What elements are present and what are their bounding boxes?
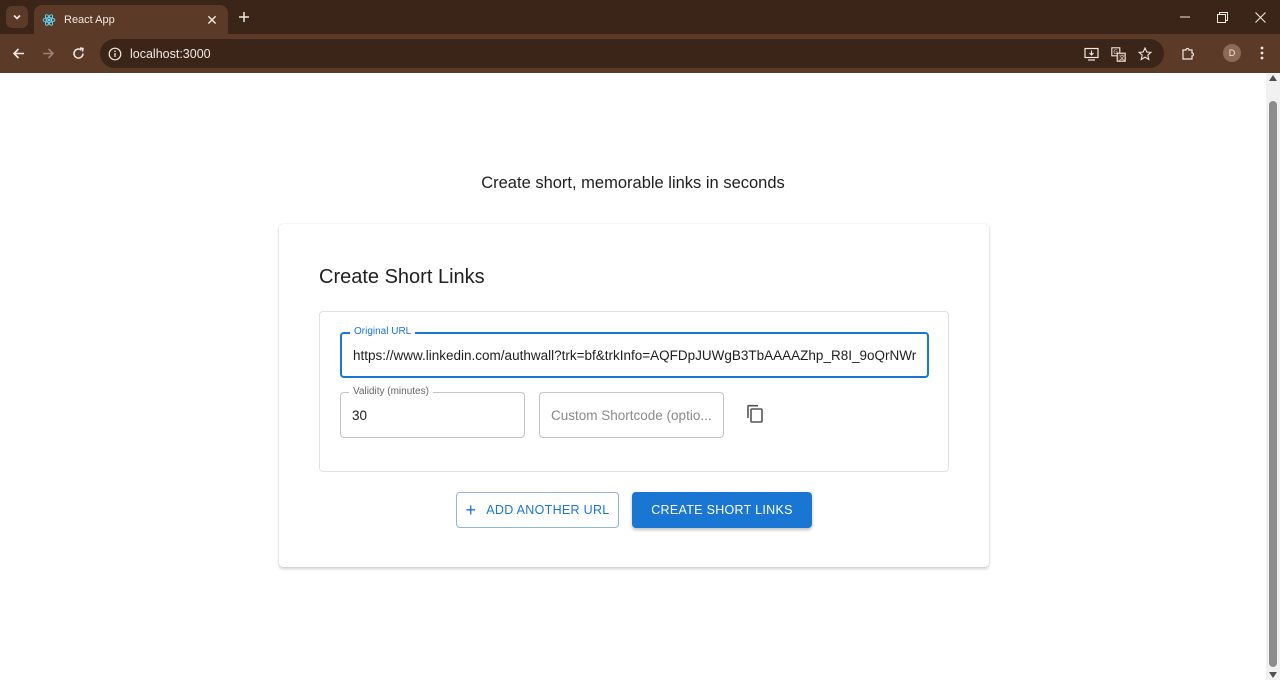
restore-icon — [1216, 11, 1228, 23]
bookmark-button[interactable] — [1136, 45, 1154, 63]
browser-tab-bar: React App ✕ — [0, 0, 1280, 34]
add-another-url-button[interactable]: + ADD ANOTHER URL — [456, 492, 619, 528]
extensions-button[interactable] — [1178, 43, 1198, 63]
browser-tab[interactable]: React App ✕ — [34, 5, 228, 34]
add-another-url-label: ADD ANOTHER URL — [486, 503, 610, 517]
page-content: Create short, memorable links in seconds… — [0, 73, 1266, 680]
scroll-down-icon[interactable] — [1269, 672, 1277, 678]
kebab-menu-icon — [1260, 46, 1264, 60]
card-title: Create Short Links — [319, 266, 485, 288]
chevron-down-icon — [13, 14, 21, 20]
reload-icon — [72, 46, 84, 59]
url-entry: Original URL https://www.linkedin.com/au… — [319, 311, 949, 472]
browser-menu-button[interactable] — [1252, 43, 1272, 63]
tab-search-button[interactable] — [6, 6, 28, 28]
create-short-links-button[interactable]: CREATE SHORT LINKS — [632, 492, 812, 528]
scroll-up-icon[interactable] — [1269, 75, 1277, 81]
address-bar[interactable]: localhost:3000 G文 — [100, 39, 1164, 68]
arrow-left-icon — [12, 47, 24, 59]
puzzle-icon — [1181, 47, 1194, 60]
back-button[interactable] — [7, 42, 29, 64]
copy-icon — [747, 404, 763, 423]
translate-button[interactable]: G文 — [1109, 45, 1127, 63]
close-window-button[interactable] — [1250, 8, 1270, 26]
profile-button[interactable]: D — [1222, 43, 1242, 63]
minimize-icon — [1180, 16, 1190, 18]
close-icon[interactable]: ✕ — [204, 13, 220, 27]
copy-button[interactable] — [744, 403, 766, 425]
address-url: localhost:3000 — [130, 46, 211, 61]
create-short-links-label: CREATE SHORT LINKS — [651, 503, 793, 517]
react-logo-icon — [42, 13, 56, 26]
forward-button[interactable] — [37, 42, 59, 64]
browser-toolbar: localhost:3000 G文 D — [0, 34, 1280, 73]
page-scrollbar[interactable] — [1266, 73, 1280, 680]
translate-icon: G文 — [1110, 46, 1126, 62]
original-url-value: https://www.linkedin.com/authwall?trk=bf… — [353, 347, 917, 363]
create-links-card: Create Short Links Original URL https://… — [279, 224, 989, 567]
arrow-right-icon — [42, 47, 54, 59]
restore-button[interactable] — [1212, 8, 1232, 26]
original-url-field[interactable]: Original URL https://www.linkedin.com/au… — [340, 326, 929, 378]
page-subtitle: Create short, memorable links in seconds — [481, 174, 785, 192]
validity-value: 30 — [352, 407, 368, 423]
star-icon — [1138, 47, 1152, 61]
install-app-icon — [1083, 47, 1099, 61]
plus-icon — [239, 12, 249, 22]
close-icon — [1254, 11, 1266, 23]
install-app-button[interactable] — [1082, 45, 1100, 63]
scrollbar-thumb[interactable] — [1269, 101, 1277, 667]
minimize-button[interactable] — [1175, 8, 1195, 26]
svg-text:G: G — [1113, 49, 1118, 56]
info-icon — [108, 47, 122, 60]
validity-field[interactable]: Validity (minutes) 30 — [340, 386, 525, 438]
custom-shortcode-field[interactable]: Custom Shortcode (optio... — [539, 392, 724, 438]
reload-button[interactable] — [67, 42, 89, 64]
svg-text:文: 文 — [1119, 54, 1125, 62]
avatar: D — [1223, 44, 1241, 62]
tab-title: React App — [64, 13, 115, 26]
custom-shortcode-placeholder: Custom Shortcode (optio... — [551, 407, 712, 423]
plus-icon: + — [465, 500, 477, 520]
new-tab-button[interactable] — [234, 7, 254, 27]
